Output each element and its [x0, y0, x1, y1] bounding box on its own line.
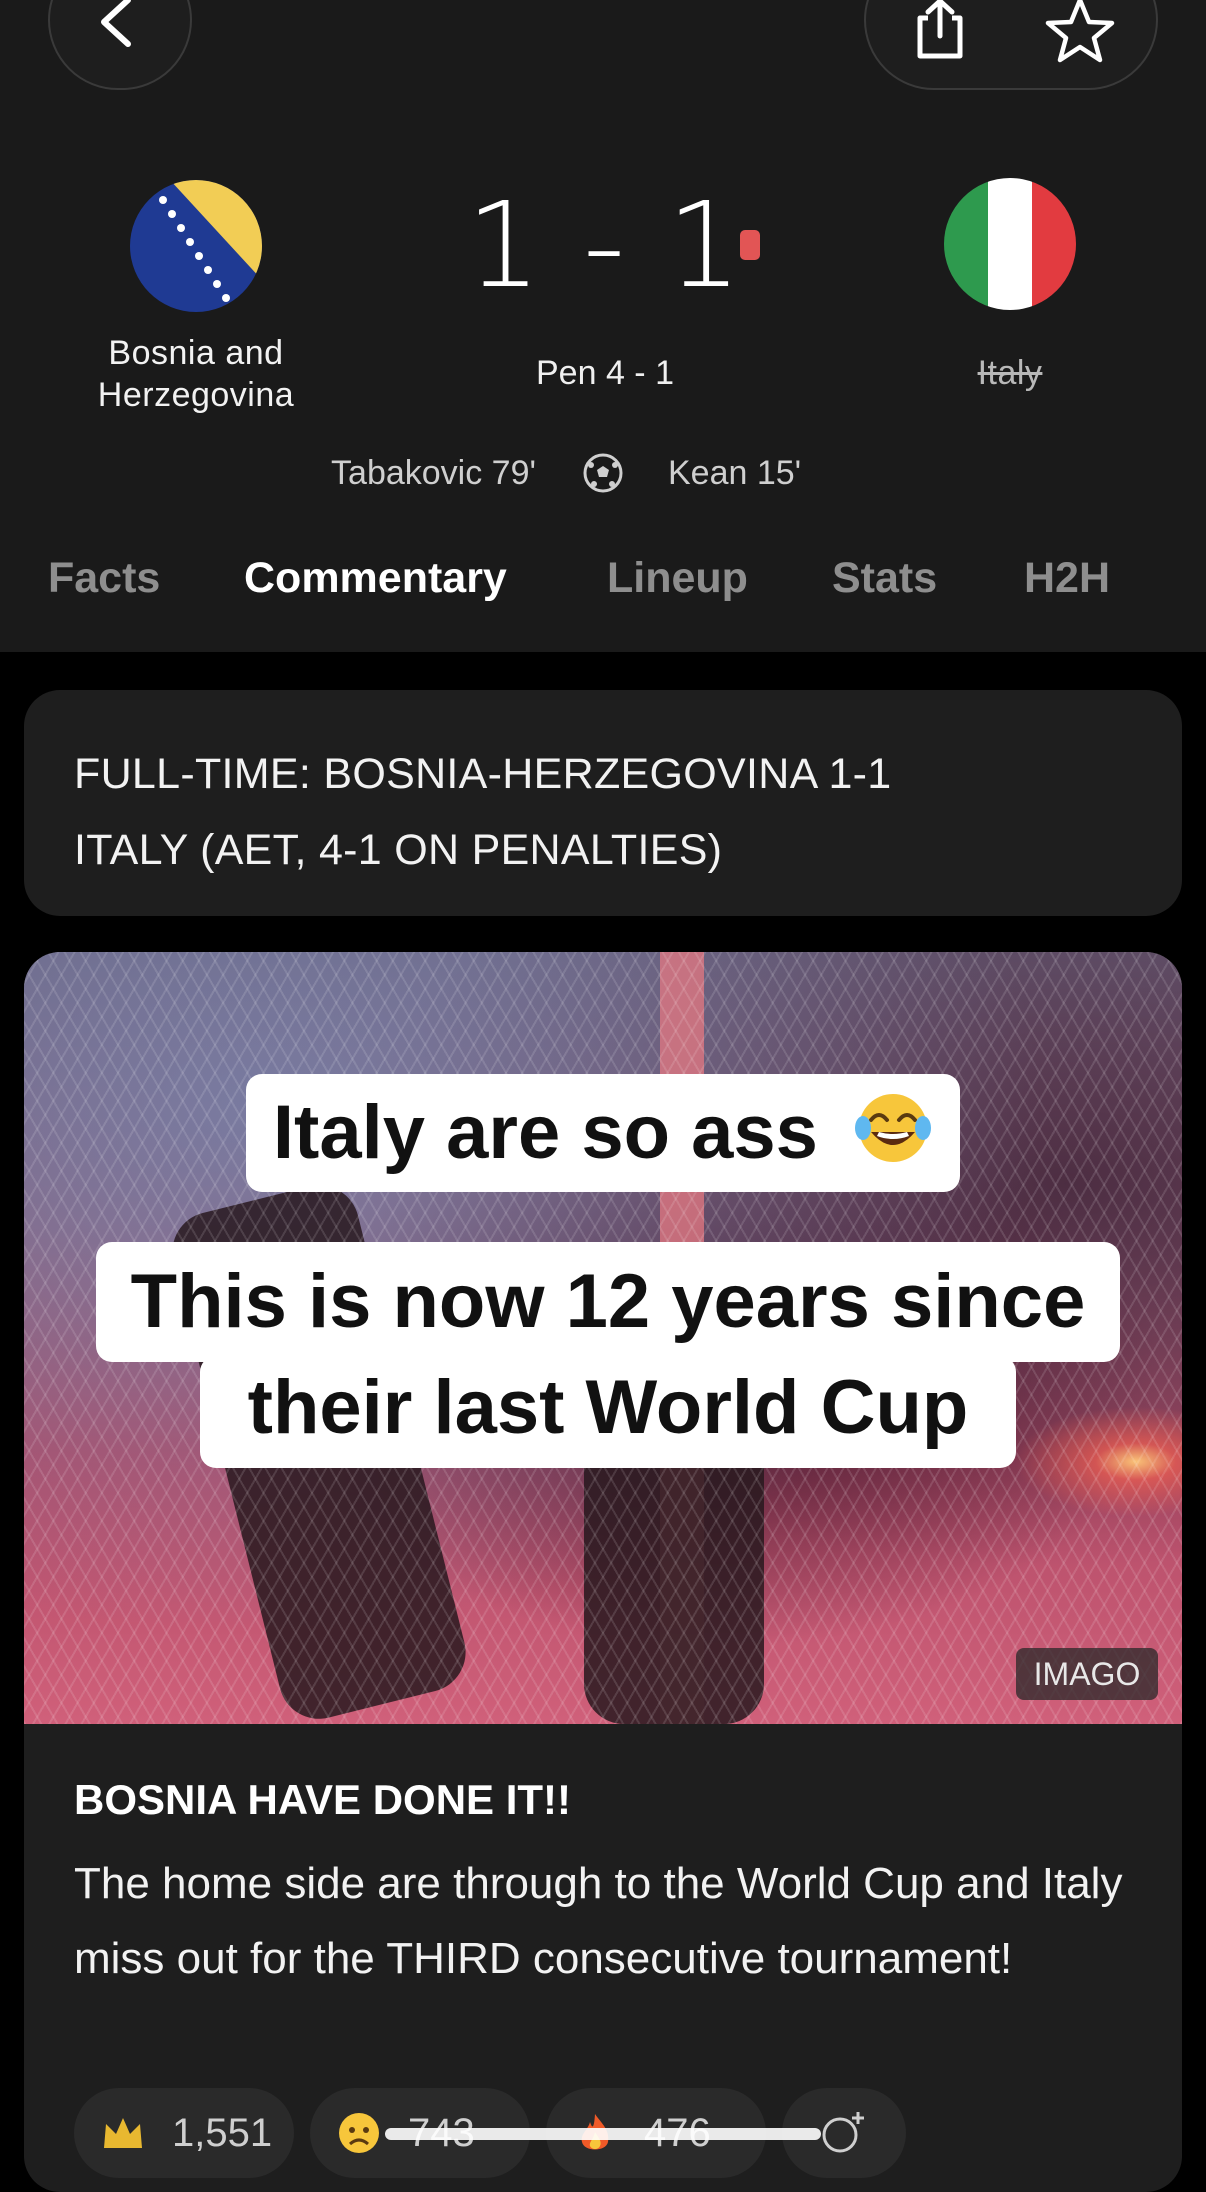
fulltime-line-2: ITALY (AET, 4-1 ON PENALTIES) — [74, 826, 723, 874]
home-team-name[interactable]: Bosnia and Herzegovina — [60, 332, 332, 416]
caption-sticker-2-line-2: their last World Cup — [200, 1356, 1016, 1468]
home-team-flag[interactable] — [130, 180, 262, 312]
star-icon[interactable] — [1044, 0, 1116, 64]
home-indicator — [385, 2128, 821, 2140]
bosnia-flag-icon — [130, 180, 262, 312]
caption-1-text: Italy are so ass — [272, 1090, 818, 1175]
laughing-tears-emoji-icon — [855, 1094, 932, 1162]
chevron-left-icon — [101, 0, 131, 47]
share-icon[interactable] — [910, 0, 970, 62]
match-header: Bosnia and Herzegovina 1 - 1 Pen 4 - 1 I… — [0, 0, 1206, 652]
post-body: The home side are through to the World C… — [74, 1859, 1123, 1983]
away-scorer: Kean 15' — [668, 454, 802, 492]
away-team-flag[interactable] — [944, 178, 1076, 310]
caption-sticker-1: Italy are so ass — [246, 1074, 960, 1192]
post-photo[interactable]: Italy are so ass This is now 12 years si… — [24, 952, 1182, 1724]
match-tabs: Facts Commentary Lineup Stats H2H — [0, 548, 1206, 608]
soccer-ball-icon — [583, 453, 623, 493]
match-score: 1 - 1 — [466, 176, 744, 314]
header-actions — [864, 0, 1158, 90]
fulltime-card: FULL-TIME: BOSNIA-HERZEGOVINA 1-1 ITALY … — [24, 690, 1182, 916]
post-title: BOSNIA HAVE DONE IT!! — [74, 1776, 572, 1823]
photo-credit: IMAGO — [1016, 1648, 1158, 1700]
tab-lineup[interactable]: Lineup — [607, 548, 748, 608]
tab-commentary[interactable]: Commentary — [244, 548, 507, 608]
add-emoji-icon — [822, 2112, 864, 2153]
sad-face-icon — [339, 2113, 379, 2153]
home-scorer: Tabakovic 79' — [331, 454, 536, 492]
tab-stats[interactable]: Stats — [832, 548, 937, 608]
back-button[interactable] — [48, 0, 192, 90]
reaction-crown[interactable]: 1,551 — [74, 2088, 294, 2178]
tab-h2h[interactable]: H2H — [1024, 548, 1110, 608]
italy-flag-icon — [944, 178, 1076, 310]
caption-sticker-2-line-1: This is now 12 years since — [96, 1242, 1120, 1362]
away-team-name[interactable]: Italy — [900, 352, 1120, 394]
tab-facts[interactable]: Facts — [48, 548, 160, 608]
reaction-count: 1,551 — [172, 2111, 273, 2155]
crown-icon — [104, 2118, 142, 2148]
commentary-post: Italy are so ass This is now 12 years si… — [24, 952, 1182, 2192]
penalty-score: Pen 4 - 1 — [536, 354, 674, 392]
red-card-indicator — [740, 230, 760, 260]
fulltime-line-1: FULL-TIME: BOSNIA-HERZEGOVINA 1-1 — [74, 750, 892, 798]
